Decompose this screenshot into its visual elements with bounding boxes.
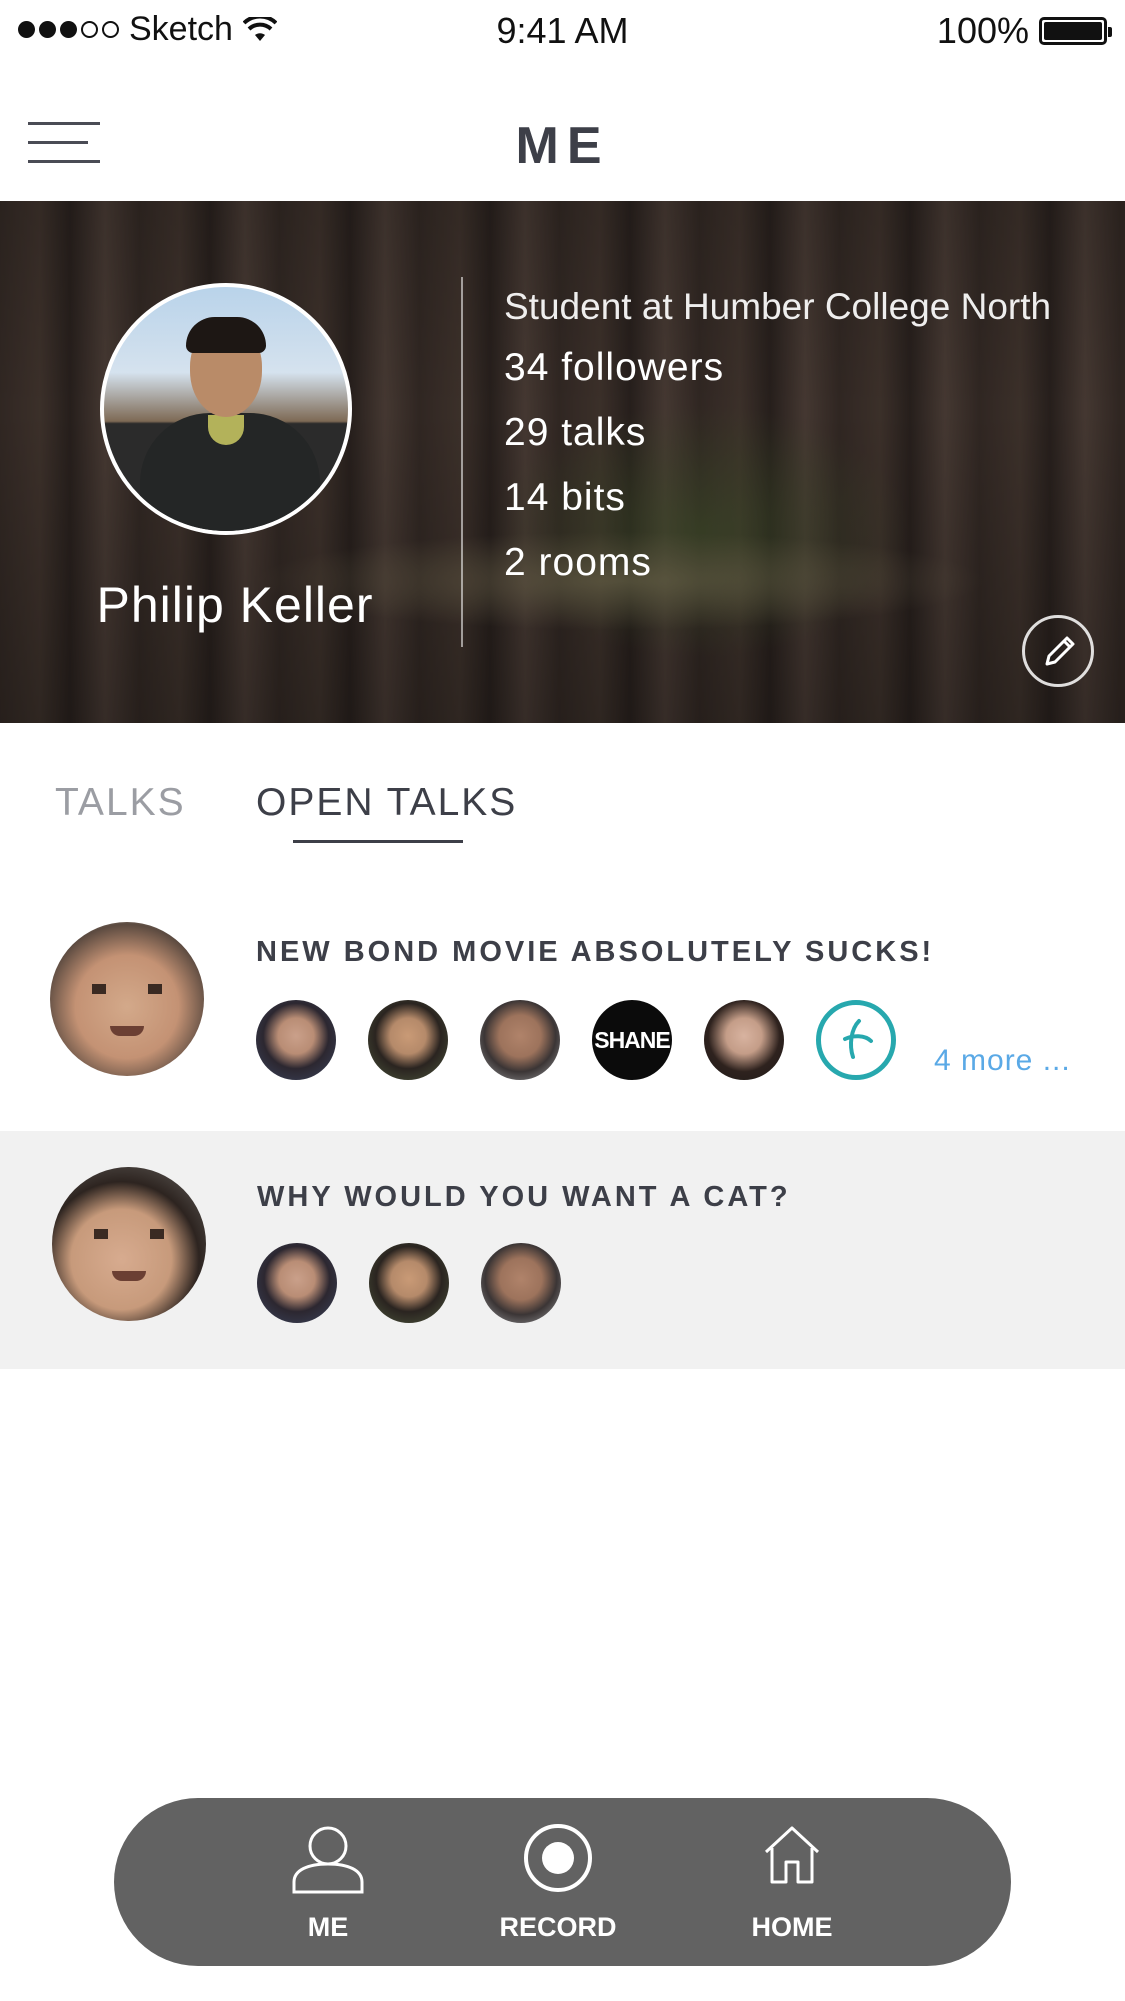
active-tab-indicator	[293, 840, 463, 843]
profile-name: Philip Keller	[96, 577, 374, 633]
profile-avatar[interactable]	[100, 283, 352, 535]
participant-avatar[interactable]	[481, 1243, 561, 1323]
edit-profile-button[interactable]	[1022, 615, 1094, 687]
profile-stats: Student at Humber College North 34 follo…	[504, 286, 1051, 606]
participant-avatar[interactable]	[704, 1000, 784, 1080]
participant-list: SHANE	[256, 1000, 896, 1080]
status-right: 100%	[936, 10, 1112, 52]
participant-avatar[interactable]	[256, 1000, 336, 1080]
bottom-tab-me-label: ME	[307, 1912, 349, 1942]
participant-avatar-logo[interactable]	[816, 1000, 896, 1080]
pencil-icon	[1045, 636, 1075, 666]
profile-header: Philip Keller Student at Humber College …	[0, 201, 1125, 723]
participant-avatar[interactable]	[368, 1000, 448, 1080]
profile-school: Student at Humber College North	[504, 286, 1052, 327]
person-icon	[292, 1826, 364, 1894]
participant-avatar[interactable]	[257, 1243, 337, 1323]
bits-count[interactable]: 14 bits	[504, 476, 1051, 541]
talk-list-item[interactable]: WHY WOULD YOU WANT A CAT?	[0, 1131, 1125, 1369]
bottom-tab-home-label: HOME	[751, 1912, 833, 1942]
bottom-tab-record[interactable]: RECORD	[468, 1798, 648, 1966]
participant-avatar[interactable]	[369, 1243, 449, 1323]
talk-host-avatar[interactable]	[50, 922, 204, 1076]
more-participants-link[interactable]: 4 more ...	[934, 1044, 1071, 1078]
hero-divider	[461, 277, 463, 647]
nav-bar: ME	[0, 64, 1125, 201]
bottom-tab-home[interactable]: HOME	[702, 1798, 882, 1966]
talk-host-avatar[interactable]	[52, 1167, 206, 1321]
tab-talks[interactable]: TALKS	[55, 781, 186, 825]
teal-logo-icon	[843, 1019, 873, 1059]
bottom-tab-bar: ME RECORD HOME	[114, 1798, 1011, 1966]
battery-icon	[1039, 17, 1112, 45]
participant-avatar-shane[interactable]: SHANE	[592, 1000, 672, 1080]
participant-list	[257, 1243, 561, 1323]
participant-avatar[interactable]	[480, 1000, 560, 1080]
talk-list-item[interactable]: NEW BOND MOVIE ABSOLUTELY SUCKS! SHANE 4…	[0, 892, 1125, 1130]
talks-count[interactable]: 29 talks	[504, 411, 1051, 476]
followers-count[interactable]: 34 followers	[504, 346, 1051, 411]
status-bar: Sketch 9:41 AM 100%	[0, 0, 1125, 64]
talk-tabs: TALKS OPEN TALKS	[0, 723, 1125, 853]
record-icon	[524, 1824, 592, 1892]
page-title: ME	[515, 117, 610, 175]
talk-title: WHY WOULD YOU WANT A CAT?	[257, 1181, 791, 1213]
bottom-tab-record-label: RECORD	[499, 1912, 617, 1942]
tab-open-talks[interactable]: OPEN TALKS	[256, 781, 517, 825]
battery-percent: 100%	[936, 10, 1029, 51]
rooms-count[interactable]: 2 rooms	[504, 541, 1051, 606]
shane-logo-text: SHANE	[594, 1026, 671, 1053]
talk-title: NEW BOND MOVIE ABSOLUTELY SUCKS!	[256, 936, 935, 968]
home-icon	[764, 1826, 820, 1884]
bottom-tab-me[interactable]: ME	[238, 1798, 418, 1966]
